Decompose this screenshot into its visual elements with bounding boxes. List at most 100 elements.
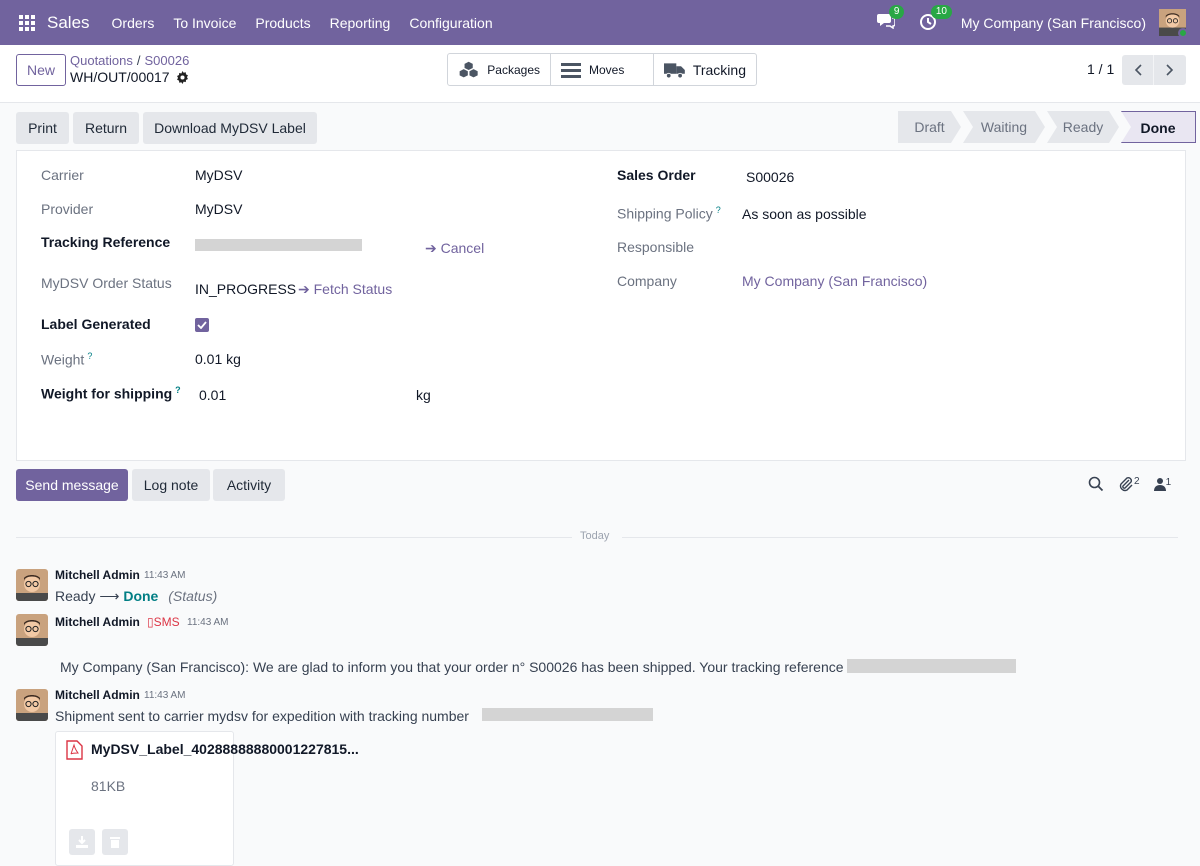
paperclip-icon [1119, 477, 1133, 492]
chevron-left-icon [1134, 64, 1142, 76]
message-body: My Company (San Francisco): We are glad … [60, 659, 858, 675]
menu-reporting[interactable]: Reporting [330, 15, 391, 31]
company-label: Company [617, 273, 677, 289]
pager-previous-button[interactable] [1122, 55, 1154, 85]
cancel-label: Cancel [440, 240, 485, 256]
attachments-button[interactable]: 2 [1118, 476, 1140, 492]
top-navbar: Sales Orders To Invoice Products Reporti… [0, 0, 1200, 45]
menu-products[interactable]: Products [255, 15, 310, 31]
app-menu-icon[interactable] [19, 14, 35, 31]
user-avatar[interactable] [1159, 9, 1188, 38]
attachments-count: 2 [1134, 476, 1140, 487]
status-ready[interactable]: Ready [1047, 111, 1119, 143]
download-label-button[interactable]: Download MyDSV Label [143, 112, 317, 144]
menu-to-invoice[interactable]: To Invoice [173, 15, 236, 31]
return-button[interactable]: Return [73, 112, 139, 144]
tracking-field-name: (Status) [168, 588, 218, 604]
attachment-size: 81KB [91, 778, 126, 794]
author-avatar[interactable] [16, 614, 48, 646]
new-button[interactable]: New [16, 54, 66, 86]
sales-order-label: Sales Order [617, 167, 696, 183]
status-bar: Draft Waiting Ready Done [898, 111, 1198, 143]
fetch-status-link[interactable]: ➔ Fetch Status [298, 281, 392, 298]
attachment-card[interactable]: MyDSV_Label_40288888880001227815... 81KB [55, 731, 359, 866]
send-message-button[interactable]: Send message [16, 469, 128, 501]
activities-count-badge: 10 [930, 4, 952, 19]
followers-button[interactable]: 1 [1153, 477, 1172, 491]
trash-icon [110, 837, 120, 848]
pager-next-button[interactable] [1154, 55, 1186, 85]
cubes-icon [459, 61, 478, 77]
message-time: 11:43 AM [144, 690, 186, 701]
breadcrumb-separator: / [136, 53, 141, 68]
label-generated-checkbox[interactable] [195, 318, 209, 332]
menu-configuration[interactable]: Configuration [409, 15, 492, 31]
smart-buttons: Packages Moves Tracking [447, 53, 757, 86]
weight-shipping-help-icon[interactable]: ? [175, 385, 181, 395]
author-avatar[interactable] [16, 689, 48, 721]
followers-count: 1 [1165, 477, 1172, 488]
breadcrumb-order[interactable]: S00026 [145, 53, 190, 68]
message-time: 11:43 AM [187, 617, 229, 628]
pager-value[interactable]: 1 / 1 [1087, 61, 1114, 77]
status-done[interactable]: Done [1121, 111, 1196, 143]
cancel-tracking-link[interactable]: ➔ Cancel [425, 240, 484, 257]
print-button[interactable]: Print [16, 112, 69, 144]
gear-icon[interactable] [176, 70, 189, 84]
app-name[interactable]: Sales [47, 13, 90, 33]
tracking-label: Tracking [692, 61, 746, 78]
tracking-reference-redacted [847, 659, 1016, 673]
activity-button[interactable]: Activity [213, 469, 285, 501]
form-sheet: Carrier MyDSV Provider MyDSV Tracking Re… [16, 150, 1186, 461]
messages-button[interactable]: 9 [876, 4, 905, 33]
company-value[interactable]: My Company (San Francisco) [742, 273, 927, 289]
message-author[interactable]: Mitchell Admin [55, 568, 140, 582]
fetch-status-label: Fetch Status [313, 281, 393, 297]
download-attachment-button[interactable] [69, 829, 95, 855]
weight-help-icon[interactable]: ? [87, 351, 92, 361]
provider-value[interactable]: MyDSV [195, 201, 242, 217]
date-separator: Today [580, 530, 610, 542]
provider-label: Provider [41, 201, 94, 217]
sales-order-value[interactable]: S00026 [746, 169, 794, 185]
shipping-policy-help-icon[interactable]: ? [716, 205, 721, 215]
messages-count-badge: 9 [888, 4, 905, 19]
truck-icon [664, 62, 685, 79]
moves-button[interactable]: Moves [551, 54, 654, 85]
pager-buttons [1122, 55, 1186, 85]
weight-shipping-input[interactable]: 0.01 [199, 387, 226, 403]
label-generated-label: Label Generated [41, 316, 151, 332]
carrier-value[interactable]: MyDSV [195, 167, 242, 183]
order-status-label: MyDSV Order Status [41, 275, 172, 291]
company-switcher[interactable]: My Company (San Francisco) [961, 15, 1146, 31]
author-avatar[interactable] [16, 569, 48, 601]
weight-shipping-unit: kg [416, 387, 431, 403]
carrier-label: Carrier [41, 167, 84, 183]
status-draft[interactable]: Draft [898, 111, 961, 143]
record-name: WH/OUT/00017 [70, 69, 170, 85]
tracking-reference-redacted [195, 239, 362, 251]
tracking-old-value: Ready [55, 588, 96, 604]
search-icon[interactable] [1088, 476, 1104, 492]
attachment-name: MyDSV_Label_40288888880001227815... [91, 741, 359, 757]
tracking-button[interactable]: Tracking [654, 54, 756, 85]
message-author[interactable]: Mitchell Admin [55, 688, 140, 702]
status-waiting[interactable]: Waiting [963, 111, 1045, 143]
sms-badge: ▯SMS [147, 615, 180, 629]
menu-orders[interactable]: Orders [112, 15, 155, 31]
responsible-label: Responsible [617, 239, 695, 255]
breadcrumb-quotations[interactable]: Quotations [70, 53, 133, 68]
date-divider-left [16, 537, 572, 538]
record-title: WH/OUT/00017 [70, 69, 189, 85]
order-status-value: IN_PROGRESS [195, 281, 297, 297]
delete-attachment-button[interactable] [102, 829, 128, 855]
weight-value: 0.01 kg [195, 351, 241, 367]
download-icon [76, 836, 88, 848]
shipping-policy-value[interactable]: As soon as possible [742, 206, 867, 222]
tracking-reference-label: Tracking Reference [41, 234, 171, 250]
control-panel: New Quotations / S00026 WH/OUT/00017 Packa… [0, 45, 1200, 103]
log-note-button[interactable]: Log note [132, 469, 210, 501]
message-author[interactable]: Mitchell Admin [55, 615, 140, 629]
packages-button[interactable]: Packages [448, 54, 551, 85]
activities-button[interactable]: 10 [919, 4, 952, 33]
